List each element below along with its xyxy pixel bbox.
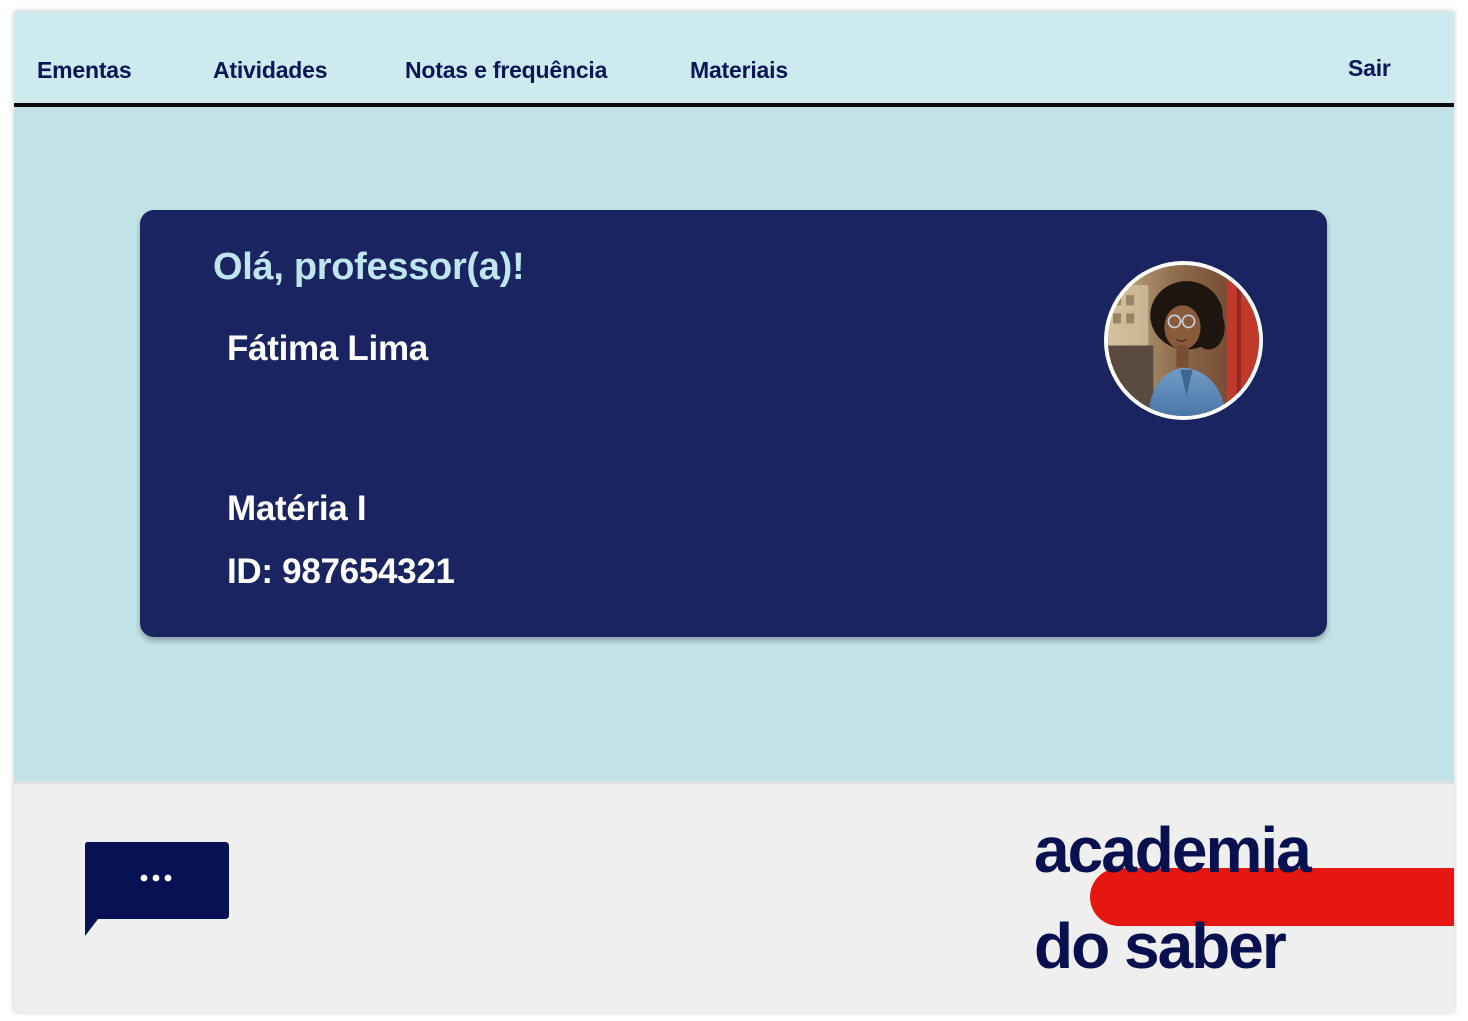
avatar [1104,261,1263,420]
nav-link-ementas[interactable]: Ementas [37,57,132,84]
nav-link-atividades[interactable]: Atividades [213,57,328,84]
profile-card: Olá, professor(a)! Fátima Lima Matéria I… [140,210,1327,637]
brand-logo: academia do saber [1032,814,1454,1004]
chat-bubble-ellipsis-icon [85,842,229,936]
greeting-heading: Olá, professor(a)! [213,246,525,288]
logo-text-line2: do saber [1034,910,1287,982]
footer: academia do saber [14,781,1454,1012]
teacher-name: Fátima Lima [227,329,428,368]
nav-link-materiais[interactable]: Materiais [690,57,788,84]
nav-link-notas-frequencia[interactable]: Notas e frequência [405,57,607,84]
chat-button[interactable] [84,842,230,938]
avatar-photo [1108,265,1259,416]
subject-label: Matéria I [227,489,367,528]
app-frame: Ementas Atividades Notas e frequência Ma… [14,11,1454,1012]
main-content: Olá, professor(a)! Fátima Lima Matéria I… [14,107,1454,781]
logout-link[interactable]: Sair [1348,55,1391,82]
teacher-id: ID: 987654321 [227,552,455,591]
top-navbar: Ementas Atividades Notas e frequência Ma… [14,11,1454,107]
logo-text-line1: academia [1034,814,1312,886]
